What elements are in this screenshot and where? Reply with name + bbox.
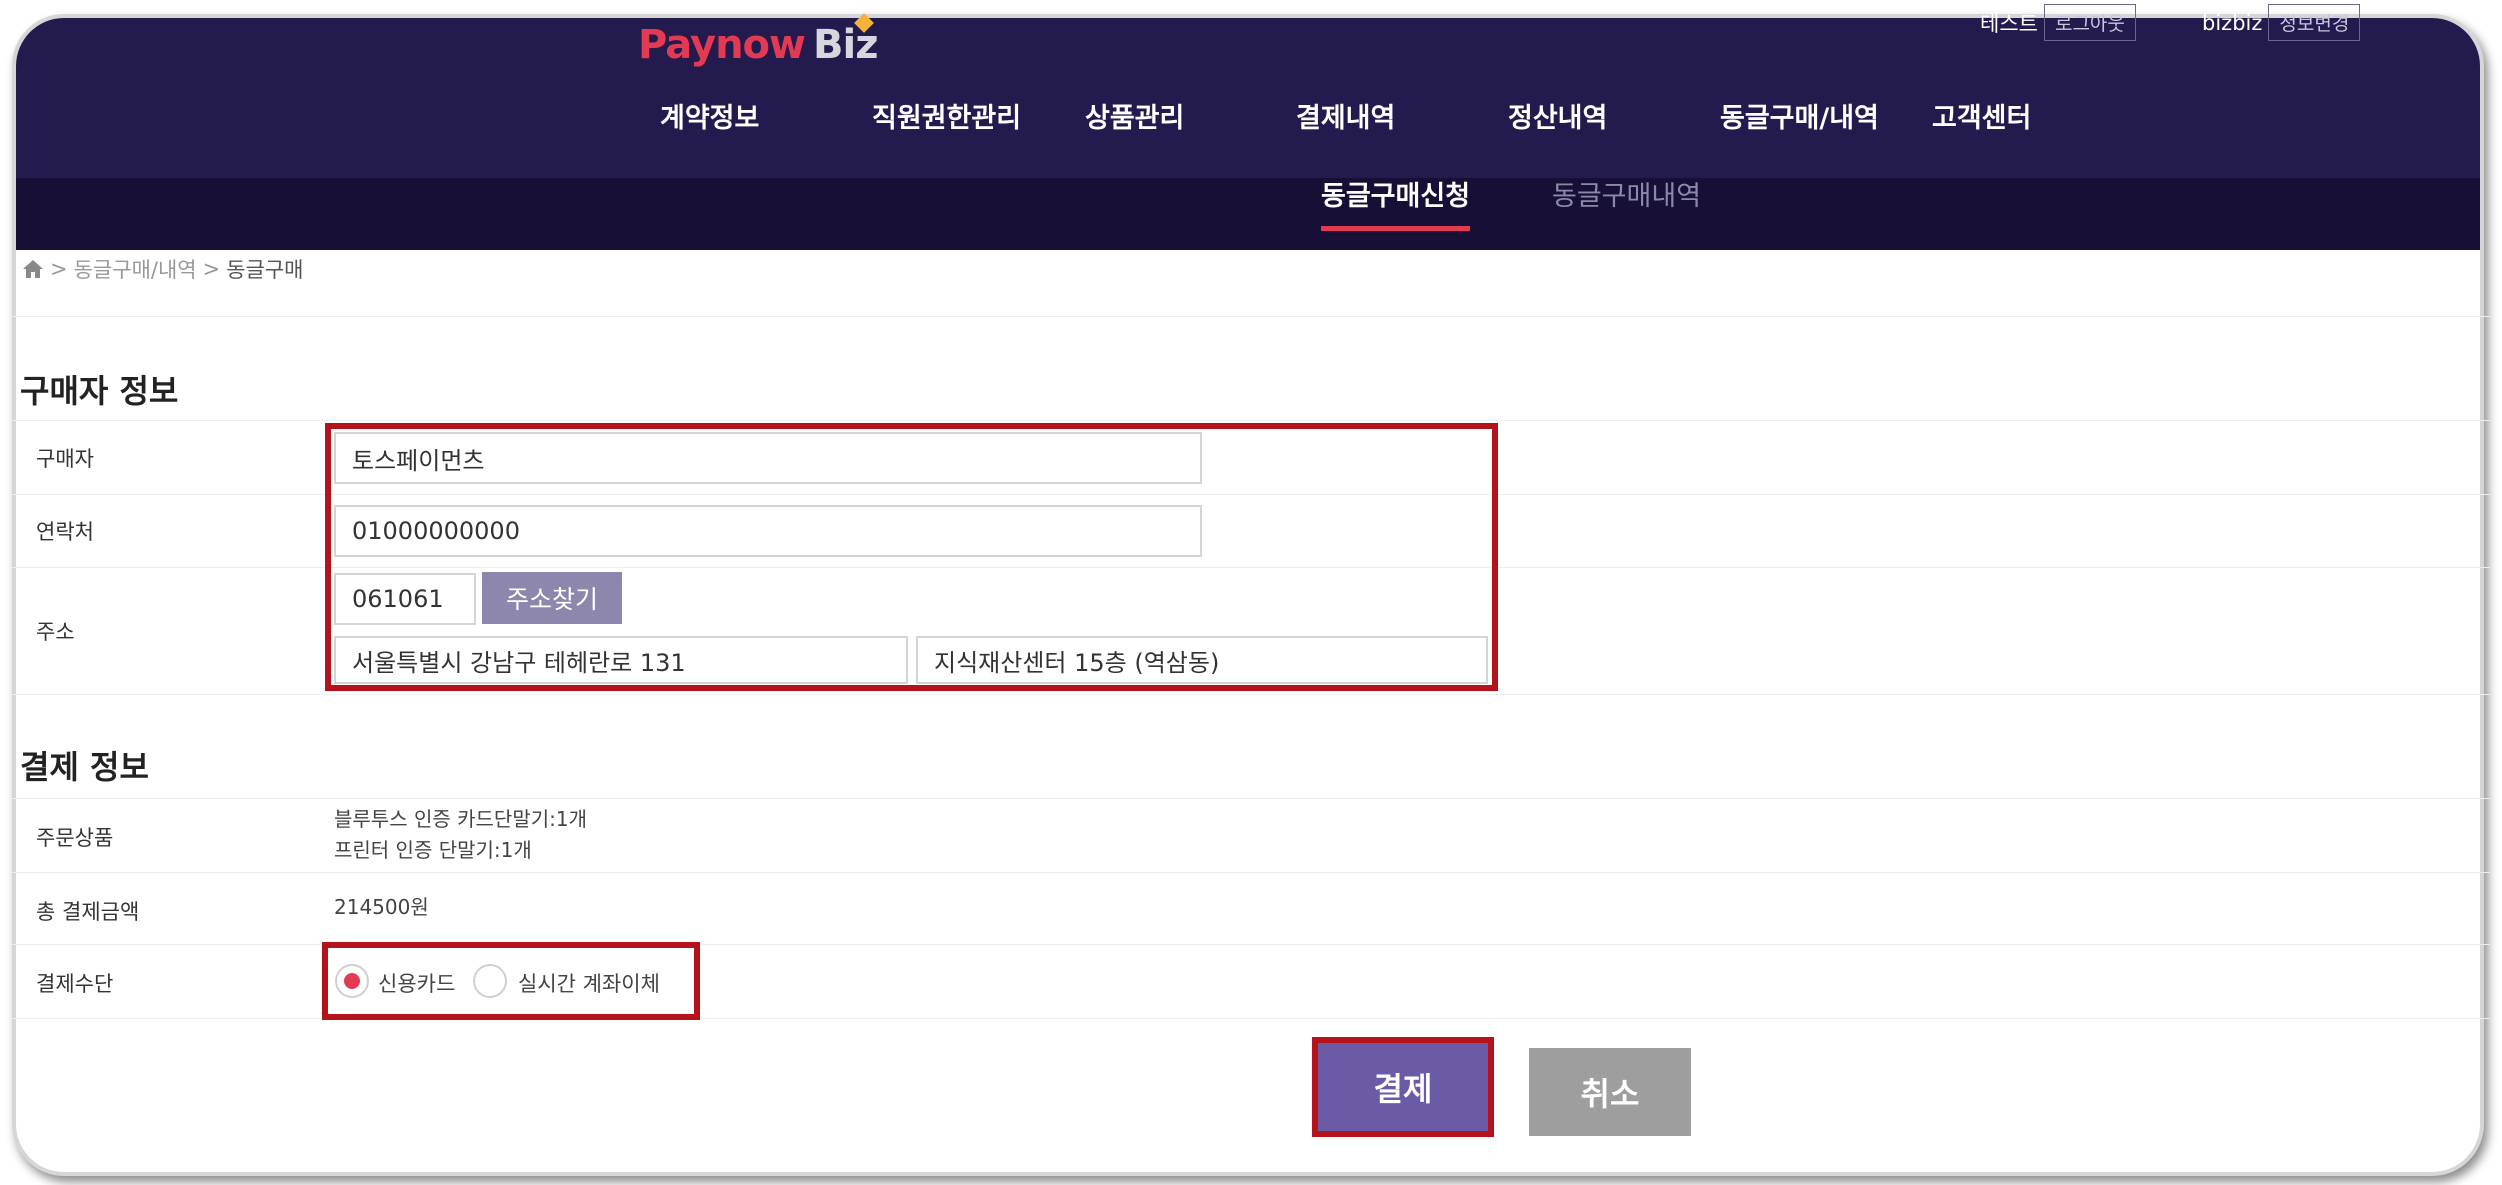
order-item: 프린터 인증 단말기:1개 — [334, 838, 532, 862]
divider — [12, 1018, 2490, 1019]
logout-button[interactable]: 로그아웃 — [2043, 4, 2136, 41]
menu-dongle-purchase[interactable]: 동글구매/내역 — [1720, 96, 1879, 135]
buyer-label: 구매자 — [36, 447, 94, 471]
order-items-list: 블루투스 인증 카드단말기:1개 프린터 인증 단말기:1개 — [334, 804, 587, 866]
menu-customer-center[interactable]: 고객센터 — [1932, 96, 2031, 135]
total-amount-value: 214500원 — [334, 895, 429, 919]
menu-payment-history[interactable]: 결제내역 — [1296, 96, 1395, 135]
breadcrumb-separator: > — [50, 257, 68, 281]
find-address-button[interactable]: 주소찾기 — [482, 572, 622, 624]
breadcrumb-parent[interactable]: 동글구매/내역 — [74, 254, 197, 284]
phone-label: 연락처 — [36, 520, 94, 544]
radio-credit-card[interactable] — [335, 964, 369, 998]
profile-edit-button[interactable]: 정보변경 — [2268, 4, 2361, 41]
radio-bank-transfer[interactable] — [473, 964, 507, 998]
menu-staff-permissions[interactable]: 직원권한관리 — [872, 96, 1021, 135]
address-line2-field[interactable]: 지식재산센터 15층 (역삼동) — [916, 636, 1488, 684]
divider — [12, 872, 2490, 873]
active-tab-indicator — [1321, 226, 1471, 231]
buyer-info-title: 구매자 정보 — [20, 372, 179, 410]
menu-settlement-history[interactable]: 정산내역 — [1508, 96, 1607, 135]
order-items-label: 주문상품 — [36, 826, 114, 850]
logo-text-biz: Biz — [813, 13, 878, 68]
menu-product-management[interactable]: 상품관리 — [1085, 96, 1184, 135]
postcode-field[interactable]: 061061 — [334, 573, 476, 625]
breadcrumb-separator: > — [202, 257, 221, 281]
tab-dongle-purchase-history[interactable]: 동글구매내역 — [1552, 174, 1701, 213]
user-name: 테스트 — [1980, 11, 2038, 36]
home-icon[interactable] — [22, 259, 44, 279]
credit-card-label[interactable]: 신용카드 — [378, 968, 455, 998]
divider — [12, 316, 2490, 317]
address-label: 주소 — [36, 620, 75, 644]
divider — [12, 944, 2490, 945]
menu-contract-info[interactable]: 계약정보 — [660, 96, 759, 135]
paynow-biz-logo[interactable]: Paynow Biz — [638, 13, 878, 74]
order-item: 블루투스 인증 카드단말기:1개 — [334, 807, 587, 831]
user-info-2: bizbiz 정보변경 — [2202, 4, 2361, 41]
total-amount-label: 총 결제금액 — [36, 900, 140, 924]
bank-transfer-label[interactable]: 실시간 계좌이체 — [518, 968, 660, 998]
top-navigation — [16, 18, 2480, 178]
divider — [12, 798, 2490, 799]
divider — [12, 567, 2490, 568]
divider — [12, 494, 2490, 495]
pay-button[interactable]: 결제 — [1318, 1043, 1488, 1131]
sub-navigation — [16, 178, 2480, 250]
breadcrumb: > 동글구매/내역 > 동글구매 — [22, 254, 304, 284]
buyer-name-field[interactable]: 토스페이먼츠 — [334, 432, 1202, 484]
divider — [12, 694, 2490, 695]
user-id: bizbiz — [2202, 10, 2263, 35]
payment-method-label: 결제수단 — [36, 972, 114, 996]
divider — [12, 420, 2490, 421]
user-info-1: 테스트 로그아웃 — [1980, 4, 2136, 41]
tab-dongle-purchase-request[interactable]: 동글구매신청 — [1321, 174, 1471, 231]
breadcrumb-current: 동글구매 — [226, 258, 304, 282]
payment-info-title: 결제 정보 — [20, 748, 149, 786]
cancel-button[interactable]: 취소 — [1529, 1048, 1691, 1136]
logo-text-paynow: Paynow — [638, 22, 806, 68]
phone-field[interactable]: 01000000000 — [334, 505, 1202, 557]
address-line1-field[interactable]: 서울특별시 강남구 테헤란로 131 — [334, 636, 908, 684]
